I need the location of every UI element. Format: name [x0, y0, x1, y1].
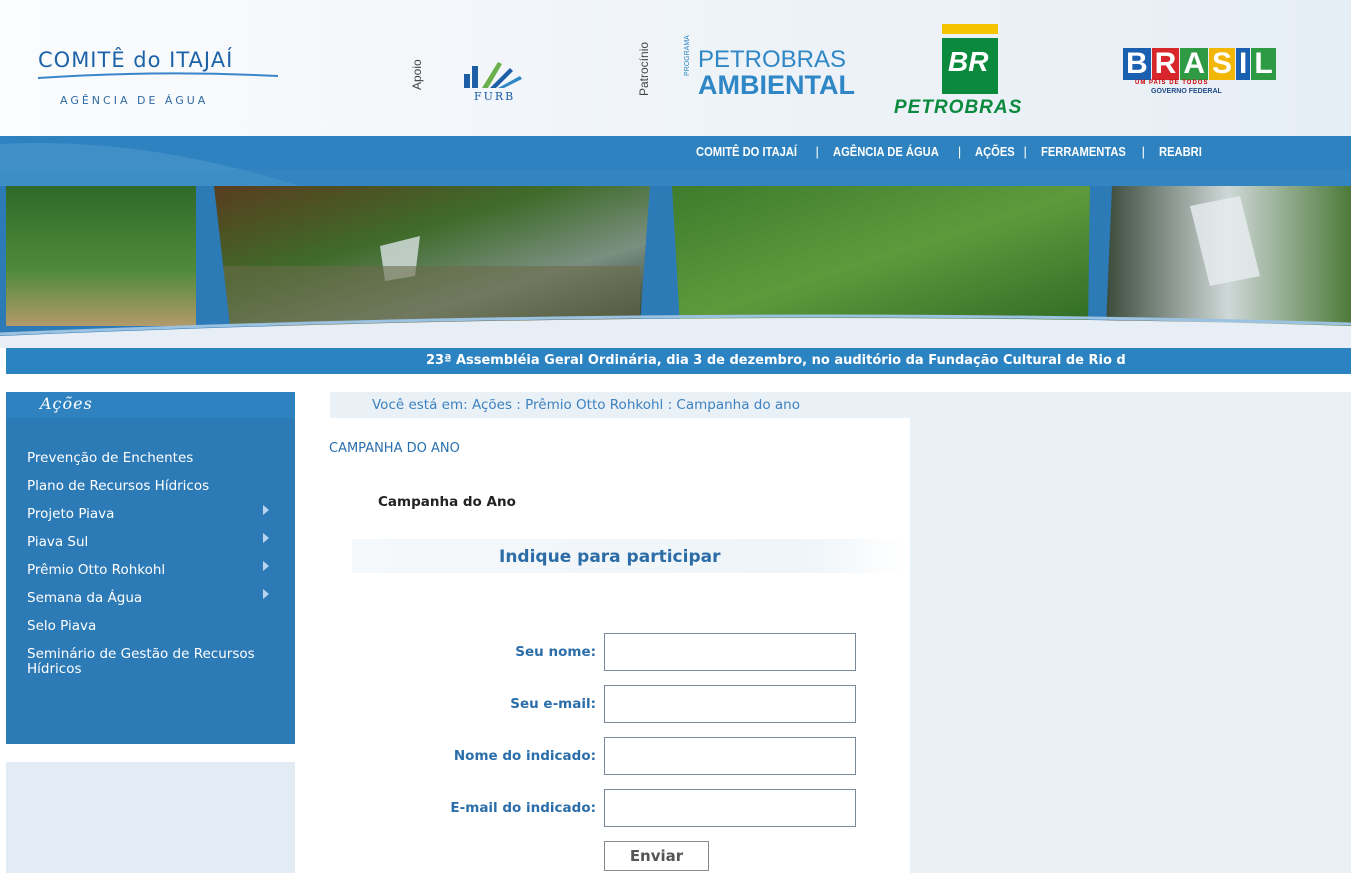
nature-banner	[0, 186, 1351, 348]
sidebar-item-label: Prêmio Otto Rohkohl	[27, 562, 166, 578]
nav-separator: |	[957, 144, 962, 159]
nome-do-indicado-label: Nome do indicado:	[453, 748, 596, 764]
comite-itajai-logo[interactable]: COMITÊ do ITAJAÍ AGÊNCIA DE ÁGUA	[38, 48, 288, 118]
brasil-letter: L	[1251, 48, 1276, 80]
form-row-seu-email: Seu e-mail:	[330, 685, 890, 723]
patrocinio-label: Patrocínio	[637, 41, 651, 96]
brasil-letter: I	[1236, 48, 1251, 80]
brasil-letter: B	[1123, 48, 1151, 80]
banner-photo-collage	[0, 186, 1351, 348]
top-menu: COMITÊ DO ITAJAÍ | AGÊNCIA DE ÁGUA | AÇÕ…	[696, 144, 1209, 159]
petrobras-name: PETROBRAS	[894, 97, 1023, 118]
brasil-letter: A	[1180, 48, 1209, 80]
nav-acoes[interactable]: AÇÕES	[975, 144, 1015, 159]
brasil-letter: R	[1151, 48, 1180, 80]
enviar-button[interactable]: Enviar	[604, 841, 709, 871]
submenu-arrow-icon	[263, 505, 269, 515]
seu-email-input[interactable]	[604, 685, 856, 723]
breadcrumb-text[interactable]: Você está em: Ações : Prêmio Otto Rohkoh…	[372, 397, 800, 413]
furb-mark-icon	[464, 62, 522, 88]
section-title: Campanha do Ano	[378, 494, 516, 510]
nav-separator: |	[815, 144, 819, 159]
petrobras-yellow-bar	[942, 24, 998, 34]
programa-label: PROGRAMA	[684, 35, 691, 76]
form-row-email-do-indicado: E-mail do indicado:	[330, 789, 890, 827]
site-header: COMITÊ do ITAJAÍ AGÊNCIA DE ÁGUA Apoio F…	[0, 0, 1351, 136]
governo-federal-text: GOVERNO FEDERAL	[1151, 88, 1222, 95]
brasil-tagline: UM PAÍS DE TODOS	[1135, 80, 1209, 86]
sidebar-title: Ações	[40, 394, 93, 413]
sidebar-header: Ações	[6, 392, 295, 418]
email-do-indicado-input[interactable]	[604, 789, 856, 827]
sidebar-item-label: Prevenção de Enchentes	[27, 450, 194, 466]
sidebar-item-seminario-de-gestao[interactable]: Seminário de Gestão de Recursos Hídricos	[27, 647, 272, 677]
form-heading: Indique para participar	[499, 547, 721, 567]
nav-reabri[interactable]: REABRI	[1159, 144, 1202, 159]
brasil-letter: S	[1209, 48, 1236, 80]
nav-agencia-de-agua[interactable]: AGÊNCIA DE ÁGUA	[833, 144, 939, 159]
sidebar-item-label: Selo Piava	[27, 618, 97, 634]
sidebar-item-projeto-piava[interactable]: Projeto Piava	[27, 505, 287, 522]
sidebar-item-selo-piava[interactable]: Selo Piava	[27, 619, 287, 634]
nav-ferramentas[interactable]: FERRAMENTAS	[1041, 144, 1126, 159]
sidebar-list: Prevenção de Enchentes Plano de Recursos…	[27, 451, 287, 677]
furb-logo[interactable]: FURB	[458, 56, 538, 106]
submenu-arrow-icon	[263, 561, 269, 571]
news-ticker[interactable]: 23ª Assembléia Geral Ordinária, dia 3 de…	[6, 348, 1351, 374]
sidebar-item-label: Piava Sul	[27, 534, 89, 550]
seu-email-label: Seu e-mail:	[510, 696, 596, 712]
petrobras-ambiental-logo[interactable]: PROGRAMA PETROBRAS AMBIENTAL	[684, 35, 858, 106]
submenu-arrow-icon	[263, 533, 269, 543]
nav-separator: |	[1141, 144, 1146, 159]
sidebar-item-label: Projeto Piava	[27, 506, 115, 522]
petrobras-ambiental-line2: AMBIENTAL	[698, 70, 855, 100]
furb-logo-text: FURB	[474, 90, 516, 103]
nav-comite-itajai[interactable]: COMITÊ DO ITAJAÍ	[696, 144, 797, 159]
top-navigation: COMITÊ DO ITAJAÍ | AGÊNCIA DE ÁGUA | AÇÕ…	[0, 136, 1351, 186]
ticker-text[interactable]: 23ª Assembléia Geral Ordinária, dia 3 de…	[426, 353, 1126, 368]
seu-nome-label: Seu nome:	[515, 644, 596, 660]
sidebar-gap	[6, 744, 295, 762]
nome-do-indicado-input[interactable]	[604, 737, 856, 775]
petrobras-br-mark: BR	[948, 46, 989, 77]
sidebar-item-label: Semana da Água	[27, 590, 143, 606]
submenu-arrow-icon	[263, 589, 269, 599]
petrobras-green-box: BR	[942, 38, 998, 94]
email-do-indicado-label: E-mail do indicado:	[450, 800, 596, 816]
comite-logo-title: COMITÊ do ITAJAÍ	[38, 48, 234, 72]
sidebar-item-premio-otto-rohkohl[interactable]: Prêmio Otto Rohkohl	[27, 561, 287, 578]
form-heading-box: Indique para participar	[352, 539, 908, 573]
logo-swoosh	[38, 72, 278, 79]
apoio-label: Apoio	[410, 59, 424, 90]
seu-nome-input[interactable]	[604, 633, 856, 671]
page-title: CAMPANHA DO ANO	[329, 441, 460, 456]
nav-separator: |	[1023, 144, 1027, 159]
sidebar-item-prevencao-de-enchentes[interactable]: Prevenção de Enchentes	[27, 451, 287, 466]
form-row-seu-nome: Seu nome:	[330, 633, 890, 671]
brasil-letters: B R A S I L	[1123, 48, 1276, 80]
sidebar-menu: Prevenção de Enchentes Plano de Recursos…	[6, 418, 295, 744]
sidebar-footer-panel	[6, 762, 295, 873]
sidebar-item-piava-sul[interactable]: Piava Sul	[27, 533, 287, 550]
sidebar-item-plano-de-recursos-hidricos[interactable]: Plano de Recursos Hídricos	[27, 479, 227, 494]
sidebar-item-label: Seminário de Gestão de Recursos Hídricos	[27, 646, 255, 677]
breadcrumb: Você está em: Ações : Prêmio Otto Rohkoh…	[330, 392, 1351, 418]
comite-logo-subtitle: AGÊNCIA DE ÁGUA	[60, 94, 209, 107]
right-panel	[910, 418, 1351, 873]
brasil-governo-federal-logo[interactable]: B R A S I L UM PAÍS DE TODOS GOVERNO FED…	[1123, 48, 1276, 104]
form-row-nome-do-indicado: Nome do indicado:	[330, 737, 890, 775]
sidebar-item-semana-da-agua[interactable]: Semana da Água	[27, 589, 287, 606]
petrobras-logo[interactable]: BR PETROBRAS	[894, 24, 1044, 119]
sidebar-item-label: Plano de Recursos Hídricos	[27, 478, 210, 494]
